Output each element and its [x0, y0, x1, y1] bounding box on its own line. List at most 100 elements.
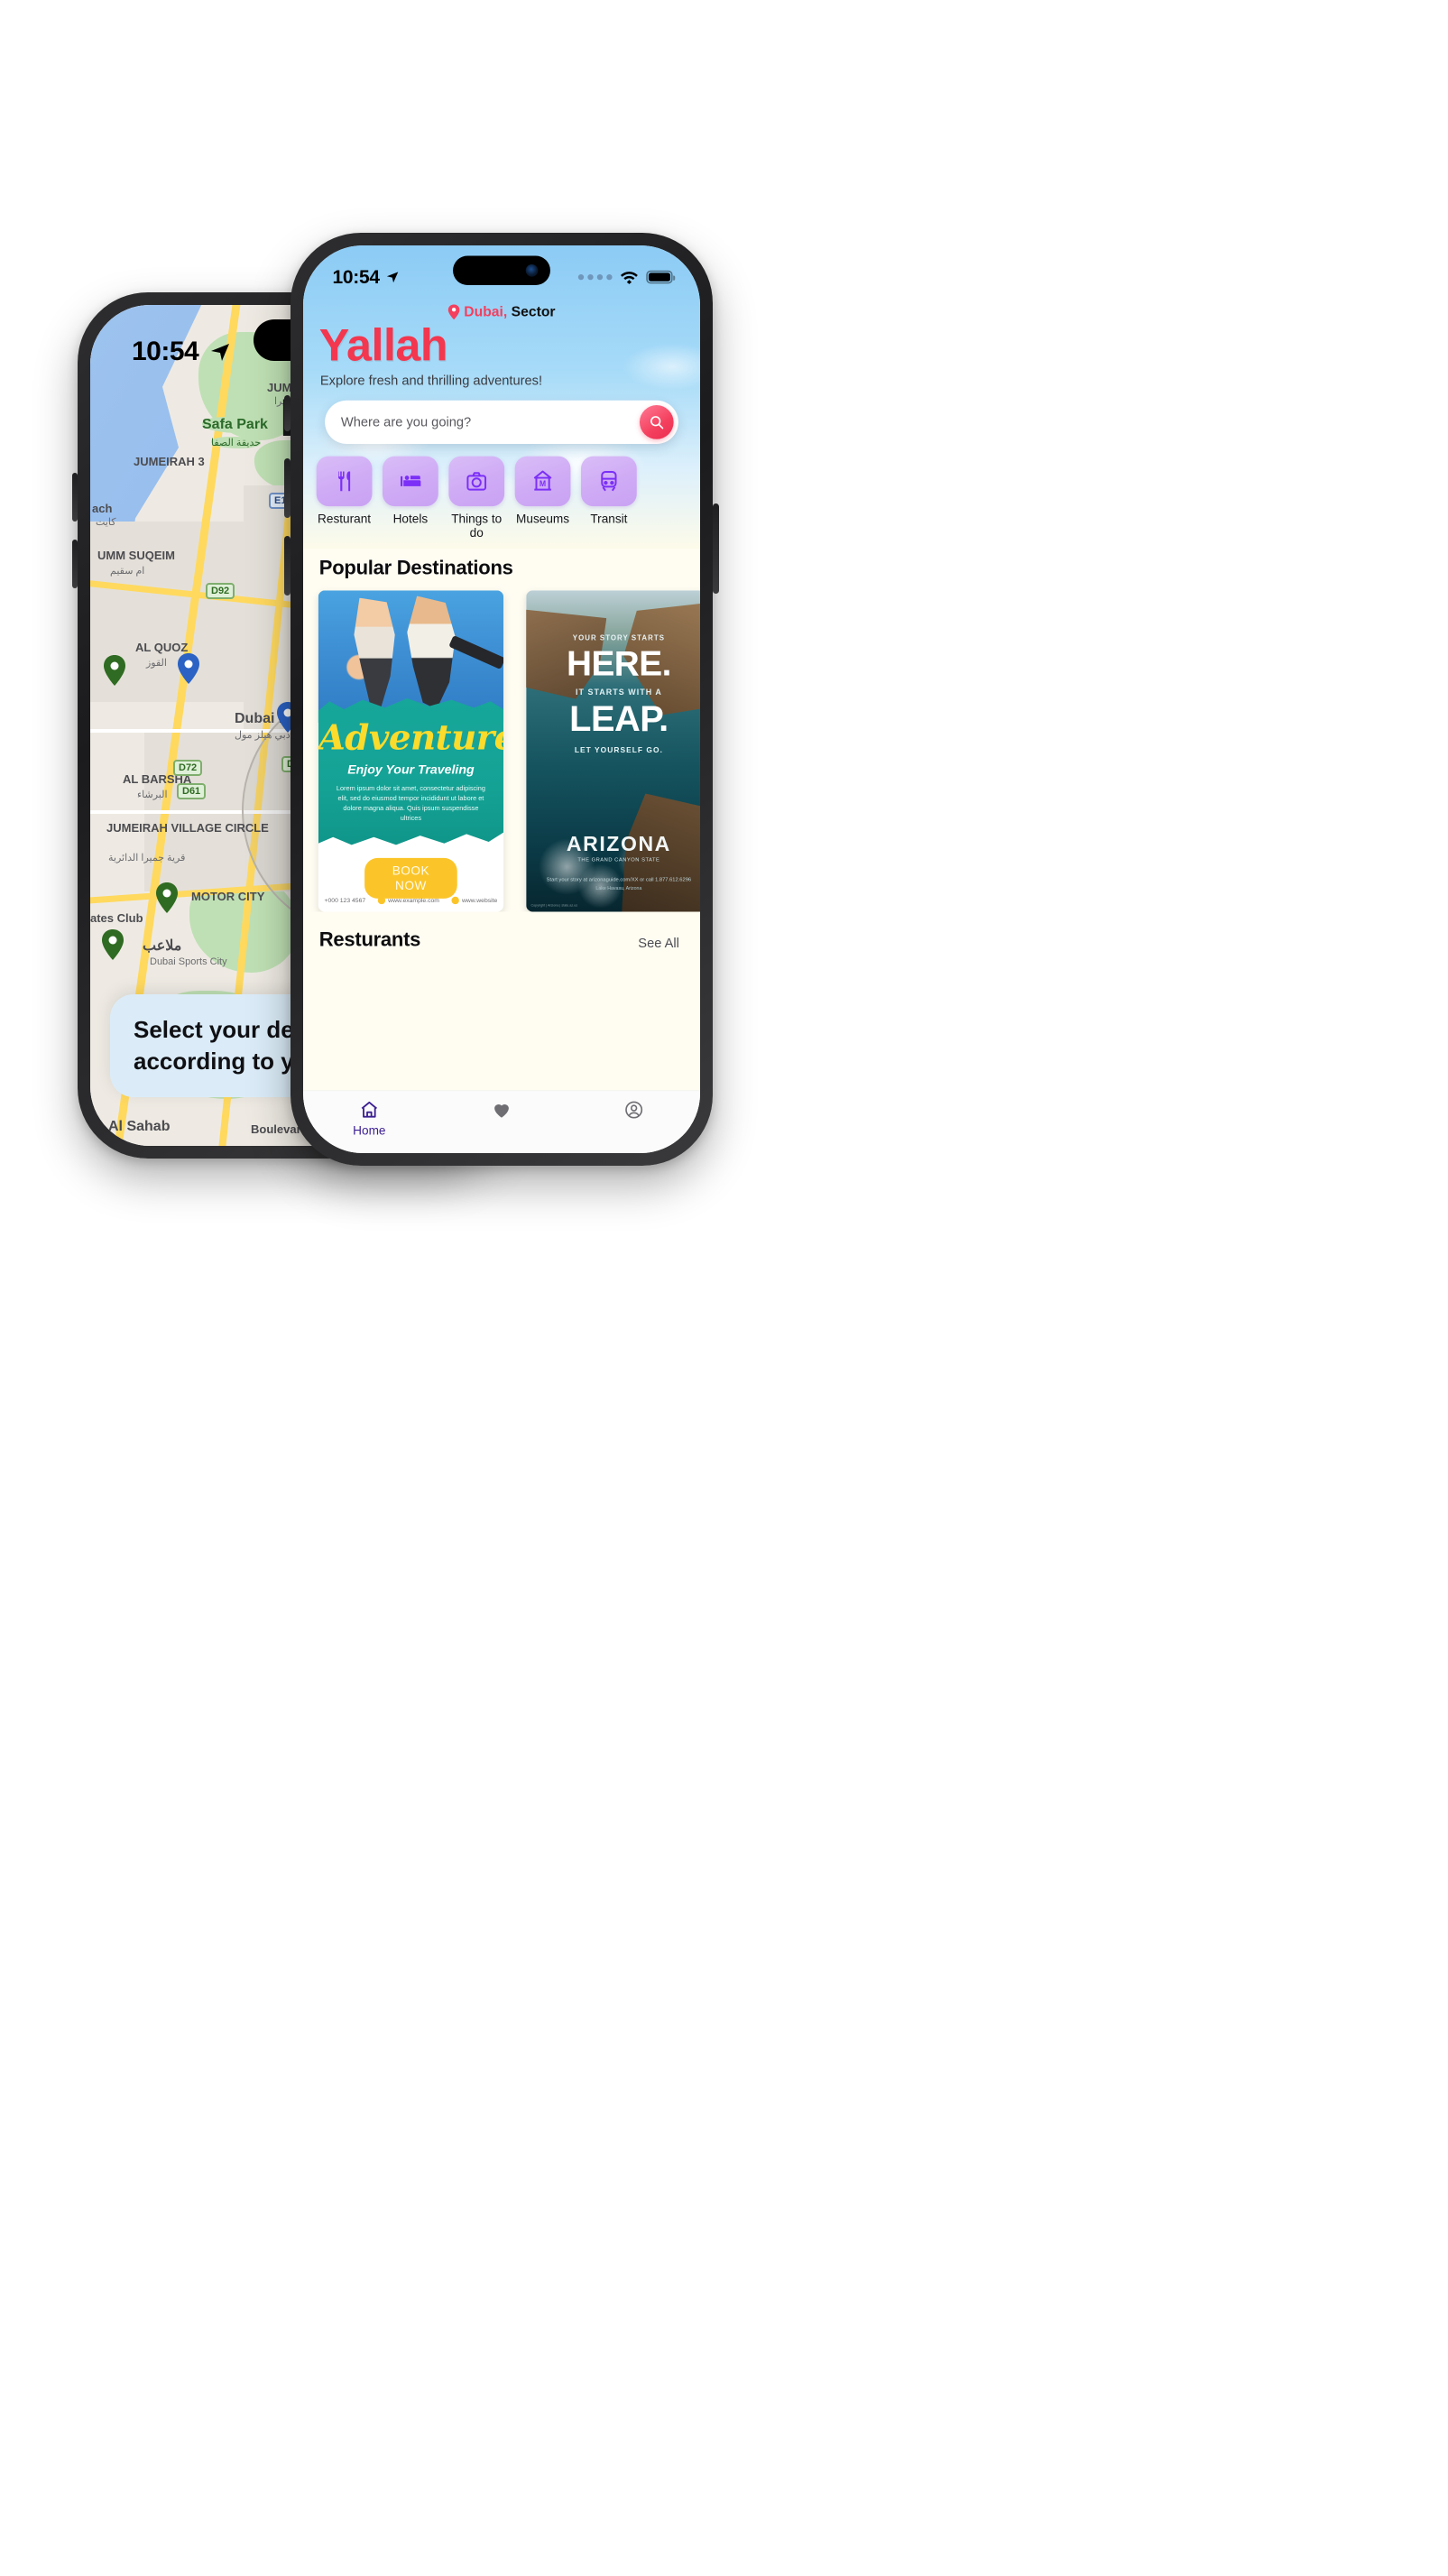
map-label: ach [92, 502, 113, 515]
search-bar[interactable] [325, 400, 678, 444]
screenshot-stage: JUMEIRAH 1 جميرا ١ JUMEIRAH جميرا Safa P… [0, 0, 1448, 2576]
volume-up-button[interactable] [72, 473, 78, 522]
map-pin-icon[interactable] [103, 655, 126, 686]
yallah-app: Dubai, Sector Yallah Explore fresh and t… [303, 245, 700, 1153]
fork-knife-icon [338, 471, 351, 492]
category-tile: M [514, 456, 571, 507]
map-pin-icon[interactable] [101, 929, 125, 960]
see-all-link[interactable]: See All [638, 936, 679, 951]
popular-destinations-carousel[interactable]: Adventure Enjoy Your Traveling Lorem ips… [303, 579, 700, 912]
map-label: JUMEIRAH VILLAGE CIRCLE [106, 821, 269, 835]
adventure-phone: +000 123 4567 [324, 896, 366, 904]
category-tile [316, 456, 373, 507]
map-label: ملاعب [143, 938, 182, 954]
museum-icon: M [533, 470, 552, 491]
volume-down-button[interactable] [284, 536, 291, 596]
adventure-footer: +000 123 4567 www.example.com www.websit… [318, 896, 503, 905]
category-tile [580, 456, 637, 507]
map-label: كايت [96, 517, 116, 528]
category-museums[interactable]: M Museums [514, 456, 571, 540]
tab-profile[interactable] [567, 1100, 700, 1121]
map-label: حديقة الصفا [211, 437, 262, 448]
arizona-kicker: LET YOURSELF GO. [574, 746, 663, 754]
road-shield: D72 [173, 760, 203, 776]
hero-section: Dubai, Sector Yallah Explore fresh and t… [303, 245, 700, 549]
tab-favorites[interactable] [436, 1100, 568, 1121]
dynamic-island [453, 255, 550, 285]
destination-card-adventure[interactable]: Adventure Enjoy Your Traveling Lorem ips… [318, 590, 504, 912]
adventure-subtitle: Enjoy Your Traveling [347, 762, 475, 777]
power-button[interactable] [713, 503, 719, 594]
location-pin-icon [447, 304, 460, 320]
book-now-button[interactable]: BOOK NOW [364, 857, 457, 899]
globe-icon [377, 896, 386, 905]
category-label: Transit [590, 511, 628, 526]
section-title: Popular Destinations [318, 556, 513, 579]
tab-label-home: Home [353, 1122, 386, 1138]
adventure-site1-wrap: www.example.com [377, 896, 439, 905]
category-tile [382, 456, 438, 507]
category-label: Museums [516, 511, 570, 526]
mute-switch[interactable] [284, 395, 291, 431]
front-phone-screen: Dubai, Sector Yallah Explore fresh and t… [303, 245, 700, 1153]
globe-icon [451, 896, 459, 905]
adventure-body-text: Lorem ipsum dolor sit amet, consectetur … [336, 783, 485, 822]
road-shield: D92 [206, 583, 235, 599]
tab-home[interactable]: Home [303, 1100, 436, 1138]
location-sector: Sector [511, 303, 556, 320]
map-label: MOTOR CITY [191, 890, 265, 903]
category-label: Resturant [318, 511, 372, 526]
location-row[interactable]: Dubai, Sector [303, 297, 700, 321]
svg-text:M: M [540, 479, 546, 488]
volume-down-button[interactable] [72, 540, 78, 588]
search-icon [650, 416, 664, 429]
map-label: البرشاء [137, 789, 168, 800]
category-label: Hotels [392, 511, 429, 526]
map-label: ates Club [90, 911, 143, 925]
front-camera-icon [525, 263, 539, 277]
arizona-brand: ARIZONA [566, 832, 671, 856]
heart-icon [494, 1104, 509, 1118]
search-section [303, 388, 700, 444]
search-input[interactable] [340, 414, 640, 430]
destination-card-arizona[interactable]: YOUR STORY STARTS HERE. IT STARTS WITH A… [526, 590, 700, 912]
adventure-title: Adventure [318, 716, 504, 758]
map-label: Dubai Sports City [150, 956, 227, 967]
map-label: Al Sahab [108, 1119, 171, 1134]
category-tile [448, 456, 505, 507]
resturants-header: Resturants See All [303, 911, 700, 950]
arizona-headline-1: HERE. [566, 643, 671, 683]
foreground-phone-app: Dubai, Sector Yallah Explore fresh and t… [284, 233, 719, 1166]
volume-up-button[interactable] [284, 458, 291, 518]
arizona-footer-location: Lake Havasu, Arizona [595, 885, 642, 891]
app-tagline: Explore fresh and thrilling adventures! [319, 373, 543, 388]
bed-icon [400, 475, 421, 486]
arizona-headline-2: LEAP. [569, 698, 669, 739]
popular-destinations-header: Popular Destinations [303, 549, 700, 579]
map-label: ام سقيم [110, 566, 145, 577]
camera-icon [466, 472, 487, 491]
arizona-mid-text: IT STARTS WITH A [575, 688, 662, 697]
location-city: Dubai, [464, 303, 508, 320]
arizona-credit: Copyright | Arizona | state.az.us [530, 903, 578, 908]
map-label: القوز [146, 658, 167, 669]
category-label: Things to do [451, 511, 503, 540]
category-transit[interactable]: Transit [580, 456, 637, 540]
arizona-brand-subtitle: THE GRAND CANYON STATE [577, 856, 660, 863]
map-label: AL QUOZ [135, 641, 189, 654]
map-pin-icon[interactable] [155, 882, 179, 913]
category-hotels[interactable]: Hotels [382, 456, 438, 540]
section-title: Resturants [318, 928, 421, 950]
adventure-figure [407, 596, 456, 710]
location-text: Dubai, Sector [464, 304, 555, 320]
category-things-to-do[interactable]: Things to do [448, 456, 505, 540]
category-row[interactable]: Resturant Hotels Things to do M Museums … [303, 444, 700, 549]
adventure-site2-wrap: www.website [451, 896, 497, 905]
bottom-tab-bar[interactable]: Home [303, 1090, 700, 1153]
road-shield: D61 [177, 783, 207, 799]
category-resturant[interactable]: Resturant [316, 456, 373, 540]
train-icon [601, 470, 617, 492]
map-label: Safa Park [202, 417, 268, 433]
search-button[interactable] [639, 404, 674, 439]
map-pin-icon[interactable] [177, 653, 200, 684]
